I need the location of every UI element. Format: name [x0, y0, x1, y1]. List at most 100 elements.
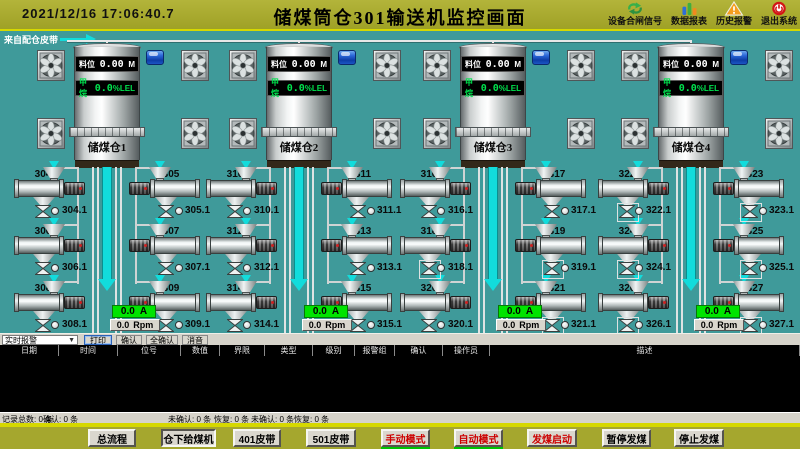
valve-indicator — [635, 207, 643, 215]
mute-button[interactable]: 消音 — [182, 335, 208, 345]
feeder-318-machine[interactable] — [401, 237, 449, 254]
feeder-motor-icon — [256, 239, 277, 252]
valve-312.1[interactable] — [227, 262, 243, 275]
valve-325.1[interactable] — [742, 262, 758, 275]
valve-306.1[interactable] — [35, 262, 51, 275]
valve-318.1[interactable] — [421, 262, 437, 275]
belt-401-button[interactable]: 401皮带 — [233, 429, 281, 447]
feeder-314-machine[interactable] — [207, 294, 255, 311]
alarm-table-body[interactable] — [0, 356, 800, 412]
valve-304.1[interactable] — [35, 205, 51, 218]
valve-317.1[interactable] — [544, 205, 560, 218]
feeder-motor-icon — [321, 182, 342, 195]
feeder-324-machine[interactable] — [599, 237, 647, 254]
valve-label: 306.1 — [62, 262, 104, 273]
silo-motor-icon — [532, 50, 550, 65]
alarm-history-icon — [724, 1, 744, 16]
feeder-306-machine[interactable] — [15, 237, 63, 254]
ack-button[interactable]: 确认 — [116, 335, 142, 345]
feeder-motor-icon — [129, 182, 150, 195]
valve-323.1[interactable] — [742, 205, 758, 218]
feeder-320-machine[interactable] — [401, 294, 449, 311]
overview-button[interactable]: 总流程 — [88, 429, 136, 447]
feeder-322-machine[interactable] — [599, 180, 647, 197]
valve-321.1[interactable] — [544, 319, 560, 332]
valve-327.1[interactable] — [742, 319, 758, 332]
valve-324.1[interactable] — [619, 262, 635, 275]
device-close-signal-button[interactable]: 设备合闸信号 — [608, 0, 662, 29]
print-button[interactable]: 打印 — [84, 335, 112, 345]
coal-start-button[interactable]: 发煤启动 — [527, 429, 577, 447]
silo-motor-icon — [146, 50, 164, 65]
alarm-table-header: 日期时间位号数值界限类型级别报警组确认操作员描述 — [0, 345, 800, 356]
valve-311.1[interactable] — [350, 205, 366, 218]
manual-mode-button[interactable]: 手动模式 — [381, 429, 430, 447]
data-report-button[interactable]: 数据报表 — [671, 0, 707, 29]
feeder-305-machine[interactable] — [151, 180, 199, 197]
alarm-col-header: 操作员 — [443, 345, 490, 356]
valve-indicator — [175, 264, 183, 272]
feeder-327-machine[interactable] — [735, 294, 783, 311]
feeder-326-machine[interactable] — [599, 294, 647, 311]
hmi-screen: 2021/12/16 17:06:40.7 储煤筒仓301输送机监控画面 设备合… — [0, 0, 800, 449]
valve-320.1[interactable] — [421, 319, 437, 332]
silo-group-4: 料位0.00M 甲烷0.0%LEL 储煤仓4 — [591, 31, 791, 333]
valve-indicator — [243, 321, 251, 329]
speed-display: 0.0Rpm — [110, 319, 160, 331]
valve-316.1[interactable] — [421, 205, 437, 218]
valve-322.1[interactable] — [619, 205, 635, 218]
silo-name: 储煤仓2 — [261, 139, 337, 155]
feeder-317-machine[interactable] — [537, 180, 585, 197]
feeder-316-machine[interactable] — [401, 180, 449, 197]
chevron-down-icon: ▼ — [68, 337, 75, 344]
feeder-313-machine[interactable] — [343, 237, 391, 254]
silo-name: 储煤仓4 — [653, 139, 729, 155]
valve-label: 322.1 — [646, 205, 688, 216]
auto-mode-button[interactable]: 自动模式 — [454, 429, 503, 447]
under-silo-feeder-button[interactable]: 仓下给煤机 — [161, 429, 216, 447]
alarm-col-header: 位号 — [118, 345, 181, 356]
coal-pause-button[interactable]: 暂停发煤 — [602, 429, 651, 447]
ack-all-button[interactable]: 全确认 — [146, 335, 178, 345]
valve-305.1[interactable] — [158, 205, 174, 218]
valve-310.1[interactable] — [227, 205, 243, 218]
feeder-312-machine[interactable] — [207, 237, 255, 254]
valve-315.1[interactable] — [350, 319, 366, 332]
feeder-325-machine[interactable] — [735, 237, 783, 254]
belt-501-button[interactable]: 501皮带 — [306, 429, 356, 447]
valve-314.1[interactable] — [227, 319, 243, 332]
valve-indicator — [51, 321, 59, 329]
feeder-308-machine[interactable] — [15, 294, 63, 311]
sync-icon — [625, 1, 645, 16]
chute-line — [676, 167, 678, 333]
feeder-315-machine[interactable] — [343, 294, 391, 311]
feeder-310-machine[interactable] — [207, 180, 255, 197]
feeder-motor-icon — [256, 182, 277, 195]
pipe-arrowhead — [682, 279, 700, 291]
valve-319.1[interactable] — [544, 262, 560, 275]
valve-313.1[interactable] — [350, 262, 366, 275]
feeder-307-machine[interactable] — [151, 237, 199, 254]
feeder-319-machine[interactable] — [537, 237, 585, 254]
silo-flange — [69, 127, 145, 137]
feeder-304-machine[interactable] — [15, 180, 63, 197]
history-alarm-button[interactable]: 历史报警 — [716, 0, 752, 29]
valve-307.1[interactable] — [158, 262, 174, 275]
exit-system-button[interactable]: 退出系统 — [761, 0, 797, 29]
alarm-filter-select[interactable]: 实时报警 ▼ — [2, 335, 78, 345]
coal-stop-button[interactable]: 停止发煤 — [674, 429, 724, 447]
valve-308.1[interactable] — [35, 319, 51, 332]
valve-indicator — [759, 264, 767, 272]
feeder-motor-icon — [713, 182, 734, 195]
feeder-321-machine[interactable] — [537, 294, 585, 311]
feeder-motor-icon — [515, 239, 536, 252]
speed-display: 0.0Rpm — [694, 319, 744, 331]
fan-icon — [621, 118, 649, 149]
feeder-323-machine[interactable] — [735, 180, 783, 197]
valve-326.1[interactable] — [619, 319, 635, 332]
header-button-label: 设备合闸信号 — [608, 16, 662, 27]
feeder-309-machine[interactable] — [151, 294, 199, 311]
valve-indicator — [175, 321, 183, 329]
feeder-311-machine[interactable] — [343, 180, 391, 197]
valve-309.1[interactable] — [158, 319, 174, 332]
